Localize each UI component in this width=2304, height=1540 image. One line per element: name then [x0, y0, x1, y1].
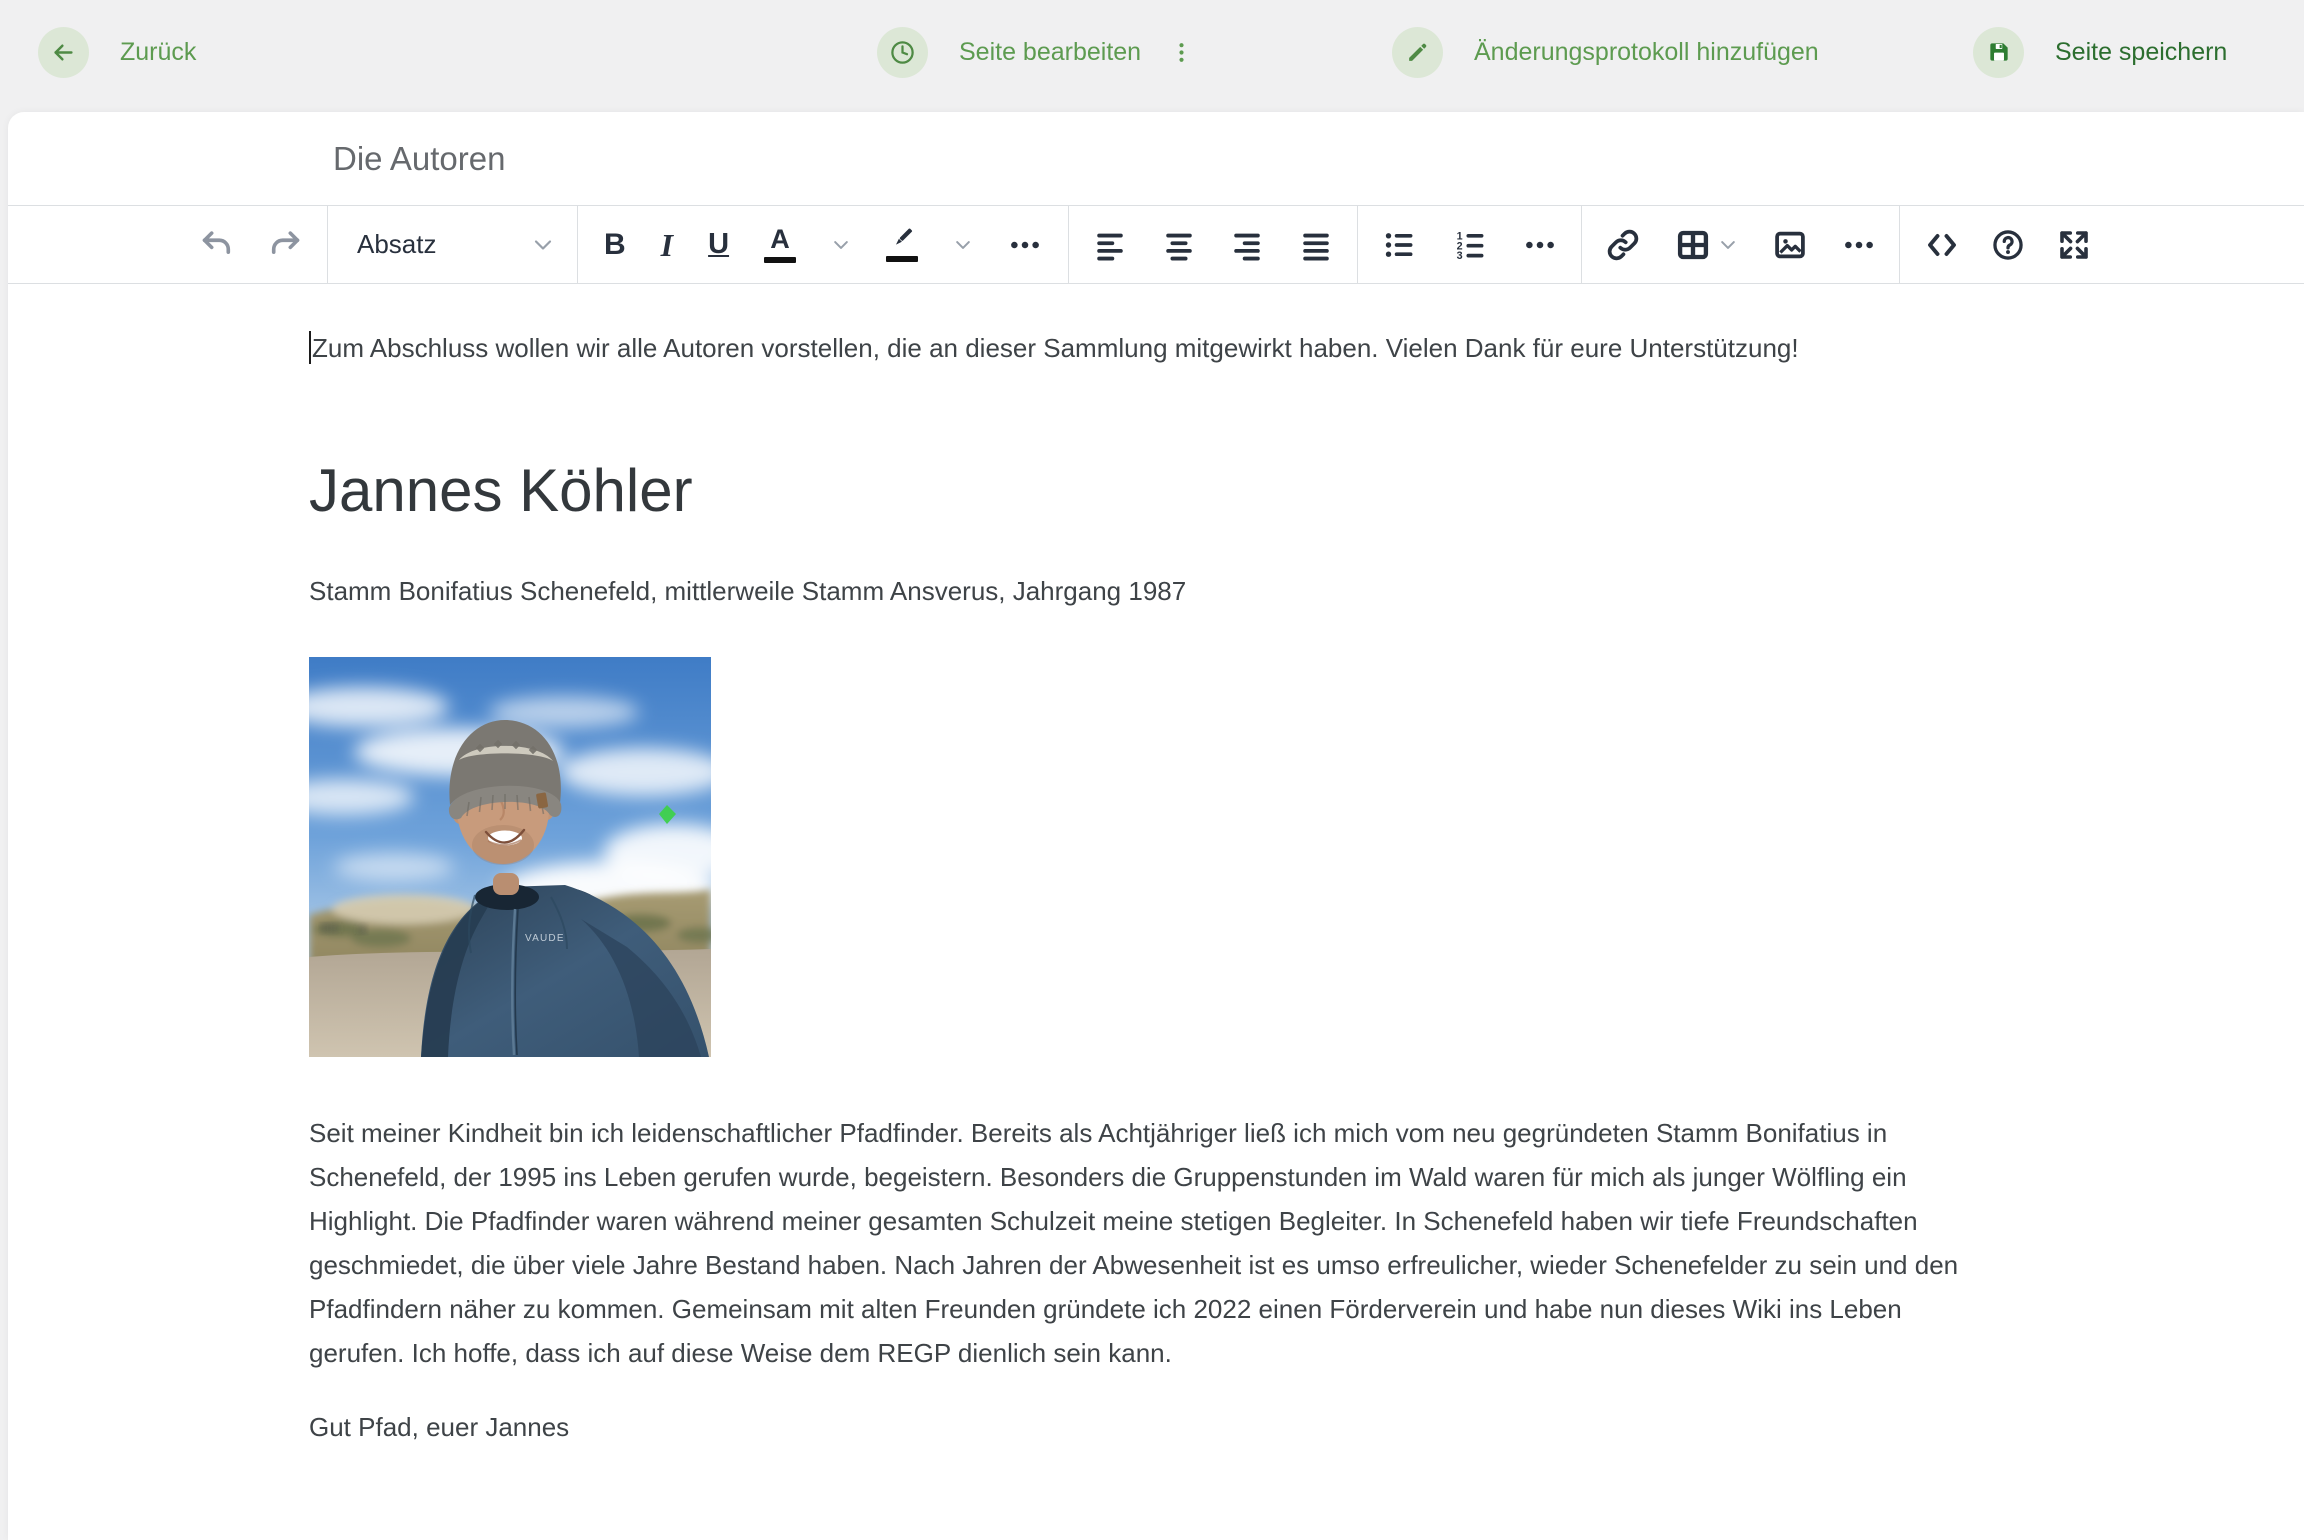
toolbar-misc-group	[1900, 206, 2304, 283]
align-left-icon[interactable]	[1093, 228, 1127, 262]
save-page-label: Seite speichern	[2055, 38, 2227, 67]
paragraph-style-dropdown[interactable]: Absatz	[328, 206, 578, 283]
chevron-down-icon	[531, 233, 555, 257]
italic-button[interactable]: I	[661, 229, 673, 261]
bio-paragraph: Seit meiner Kindheit bin ich leidenschaf…	[309, 1111, 1999, 1375]
edit-page-label: Seite bearbeiten	[959, 38, 1141, 67]
more-lists-icon[interactable]	[1523, 228, 1557, 262]
text-cursor	[309, 331, 311, 364]
wiki-editor-window: Zurück Seite bearbeiten Änderungsprotoko…	[0, 0, 2304, 1540]
add-changelog-label: Änderungsprotokoll hinzufügen	[1474, 38, 1819, 67]
bold-button[interactable]: B	[604, 230, 626, 260]
edit-menu-kebab-icon[interactable]	[1169, 40, 1194, 65]
redo-icon[interactable]	[265, 226, 303, 264]
intro-text: Zum Abschluss wollen wir alle Autoren vo…	[312, 333, 1799, 363]
back-arrow-icon	[38, 27, 89, 78]
author-heading: Jannes Köhler	[309, 456, 2304, 526]
fullscreen-icon[interactable]	[2056, 227, 2092, 263]
editor-content-area[interactable]: Zum Abschluss wollen wir alle Autoren vo…	[8, 284, 2304, 1445]
editor-card: Die Autoren Absatz B I U A	[8, 112, 2304, 1540]
toolbar-insert-group	[1582, 206, 1900, 283]
more-insert-icon[interactable]	[1842, 228, 1876, 262]
editor-toolbar: Absatz B I U A	[8, 205, 2304, 284]
svg-text:3: 3	[1456, 250, 1462, 262]
chevron-down-icon[interactable]	[831, 235, 851, 255]
table-button[interactable]	[1675, 227, 1738, 263]
align-center-icon[interactable]	[1162, 228, 1196, 262]
highlight-color-button[interactable]	[886, 227, 918, 262]
text-color-swatch	[764, 257, 796, 263]
undo-icon[interactable]	[199, 226, 237, 264]
underline-button[interactable]: U	[708, 230, 729, 259]
toolbar-list-group: 123	[1358, 206, 1582, 283]
back-button[interactable]: Zurück	[38, 26, 196, 78]
top-action-bar: Zurück Seite bearbeiten Änderungsprotoko…	[0, 0, 2304, 112]
author-photo[interactable]: VAUDE	[309, 657, 711, 1057]
highlighter-icon	[887, 227, 917, 252]
add-changelog-button[interactable]: Änderungsprotokoll hinzufügen	[1392, 26, 1819, 78]
highlight-color-swatch	[886, 256, 918, 262]
page-title-field[interactable]: Die Autoren	[333, 140, 505, 178]
save-page-button[interactable]: Seite speichern	[1973, 26, 2227, 78]
pencil-icon	[1392, 27, 1443, 78]
edit-page-button[interactable]: Seite bearbeiten	[877, 26, 1194, 78]
chevron-down-icon[interactable]	[953, 235, 973, 255]
intro-paragraph: Zum Abschluss wollen wir alle Autoren vo…	[309, 330, 2304, 366]
text-color-letter: A	[770, 226, 790, 253]
table-icon	[1675, 227, 1711, 263]
toolbar-format-group: B I U A	[578, 206, 1069, 283]
chevron-down-icon	[1718, 235, 1738, 255]
code-view-icon[interactable]	[1924, 227, 1960, 263]
toolbar-history-group	[8, 206, 328, 283]
help-icon[interactable]	[1990, 227, 2026, 263]
back-label: Zurück	[120, 38, 196, 67]
toolbar-align-group	[1069, 206, 1358, 283]
align-right-icon[interactable]	[1230, 228, 1264, 262]
text-color-button[interactable]: A	[764, 226, 796, 263]
bullet-list-icon[interactable]	[1382, 228, 1416, 262]
image-icon[interactable]	[1772, 227, 1808, 263]
jacket-logo-text: VAUDE	[525, 933, 565, 944]
author-subline: Stamm Bonifatius Schenefeld, mittlerweil…	[309, 573, 2304, 609]
closing-paragraph: Gut Pfad, euer Jannes	[309, 1409, 2304, 1445]
ordered-list-icon[interactable]: 123	[1453, 228, 1487, 262]
align-justify-icon[interactable]	[1299, 228, 1333, 262]
clock-icon	[877, 27, 928, 78]
paragraph-style-label: Absatz	[357, 229, 437, 260]
save-icon	[1973, 27, 2024, 78]
link-icon[interactable]	[1605, 227, 1641, 263]
page-title-bar: Die Autoren	[8, 112, 2304, 205]
more-formatting-icon[interactable]	[1008, 228, 1042, 262]
